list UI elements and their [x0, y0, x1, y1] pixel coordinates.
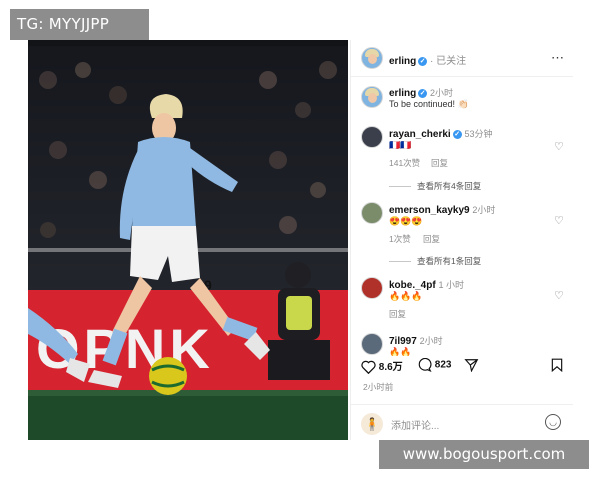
website-watermark: www.bogousport.com	[379, 440, 589, 469]
emoji-icon[interactable]: ◡	[545, 414, 561, 430]
comment-reply[interactable]: 回复	[431, 157, 448, 169]
comments-count: 823	[434, 359, 452, 371]
comment-reply[interactable]: 回复	[423, 233, 440, 245]
author-username[interactable]: erling ✓ · 已关注	[389, 52, 466, 67]
like-button[interactable]: 8.6万	[361, 358, 403, 375]
comment-button[interactable]: 823	[417, 357, 452, 372]
follow-status[interactable]: · 已关注	[430, 56, 466, 67]
post-time: 2小时前	[363, 382, 394, 392]
football-player-image: OPNK 9	[28, 40, 348, 440]
comment-reply[interactable]: 回复	[389, 308, 406, 320]
comment-username[interactable]: emerson_kayky9 2小时	[389, 203, 495, 216]
user-avatar-icon[interactable]: 🧍	[361, 413, 383, 435]
comment-item: 7il997 2小时 🔥🔥	[351, 330, 573, 356]
heart-icon[interactable]: ♡	[554, 142, 565, 153]
caption-text: To be continued! 👏🏻	[389, 99, 469, 109]
comment-input-bar: 🧍 添加评论... ◡	[351, 404, 573, 441]
commenter-avatar[interactable]	[361, 277, 383, 299]
comment-bubble-icon	[418, 357, 432, 372]
caption-username[interactable]: erling ✓ 2小时	[389, 86, 453, 99]
post-header: erling ✓ · 已关注 ⋯	[351, 40, 573, 77]
post-side-panel: erling ✓ · 已关注 ⋯ erling ✓ 2小时 To be contin…	[350, 40, 573, 440]
comment-text: 🔥🔥🔥	[389, 291, 423, 301]
author-avatar[interactable]	[361, 47, 383, 69]
caption-author-avatar[interactable]	[361, 86, 383, 108]
comment-time: 2小时	[472, 205, 496, 215]
heart-icon	[361, 361, 376, 375]
comment-time: 1 小时	[438, 280, 464, 290]
heart-icon[interactable]: ♡	[554, 216, 565, 227]
commenter-avatar[interactable]	[361, 333, 383, 355]
comment-username[interactable]: 7il997 2小时	[389, 334, 443, 347]
football	[149, 357, 187, 395]
commenter-avatar[interactable]	[361, 202, 383, 224]
comment-text: 😍😍😍	[389, 216, 423, 226]
verified-badge-icon: ✓	[452, 129, 462, 139]
view-replies-link[interactable]: 查看所有4条回复	[389, 180, 481, 192]
view-replies-link[interactable]: 查看所有1条回复	[389, 255, 481, 267]
verified-badge-icon: ✓	[418, 56, 428, 66]
bookmark-icon	[551, 358, 563, 373]
comment-input[interactable]: 添加评论...	[391, 417, 439, 432]
likes-count: 8.6万	[378, 362, 403, 373]
post-photo[interactable]: OPNK 9	[28, 40, 348, 440]
commenter-avatar[interactable]	[361, 126, 383, 148]
comment-text: 🔥🔥	[389, 347, 412, 356]
comment-likes[interactable]: 141次赞	[389, 157, 420, 169]
heart-icon[interactable]: ♡	[554, 291, 565, 302]
comment-username[interactable]: kobe._4pf 1 小时	[389, 278, 464, 291]
caption-time: 2小时	[430, 88, 454, 98]
comment-time: 53分钟	[464, 129, 493, 139]
comment-likes[interactable]: 1次赞	[389, 233, 411, 245]
verified-badge-icon: ✓	[418, 88, 428, 98]
share-button[interactable]	[464, 358, 479, 373]
more-options-icon[interactable]: ⋯	[551, 50, 565, 66]
send-icon	[464, 359, 479, 373]
comment-username[interactable]: rayan_cherki ✓ 53分钟	[389, 127, 493, 140]
telegram-overlay-label: TG: MYYJJPP	[10, 9, 149, 40]
comment-text: 🇫🇷🇫🇷	[389, 140, 412, 150]
comment-time: 2小时	[419, 336, 443, 346]
save-button[interactable]	[551, 358, 563, 373]
post-actions-bar: 8.6万 823	[351, 357, 573, 380]
